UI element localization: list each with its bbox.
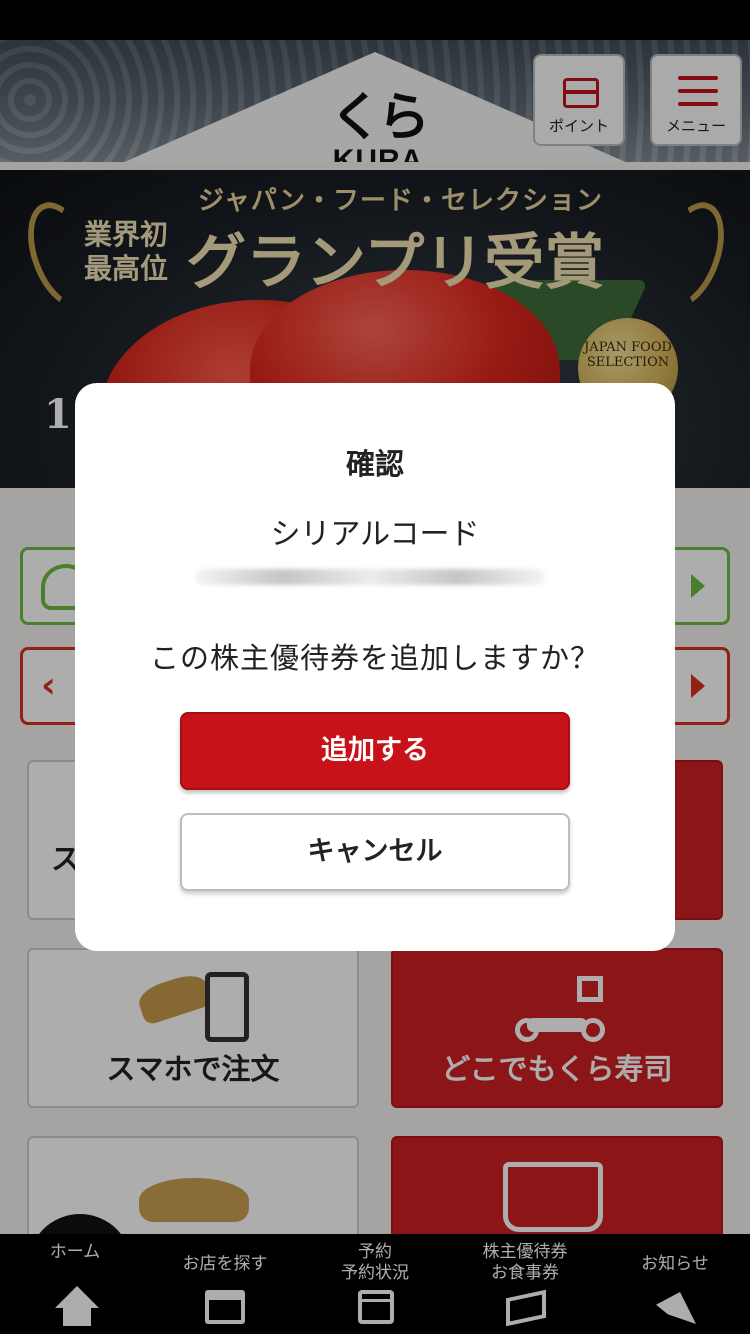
dialog-message: この株主優待券を追加しますか？: [149, 641, 600, 675]
app-screen: くら KURA ポイント メニュー ジャパン・フード・セレクション グランプリ受…: [0, 0, 750, 1334]
confirm-dialog: 確認 シリアルコード この株主優待券を追加しますか？ 追加する キャンセル: [75, 383, 675, 951]
cancel-button[interactable]: キャンセル: [180, 813, 570, 891]
serial-code-value-blurred: [195, 569, 545, 585]
serial-code-label: シリアルコード: [270, 517, 480, 552]
add-button[interactable]: 追加する: [180, 712, 570, 790]
dialog-title: 確認: [345, 447, 404, 481]
